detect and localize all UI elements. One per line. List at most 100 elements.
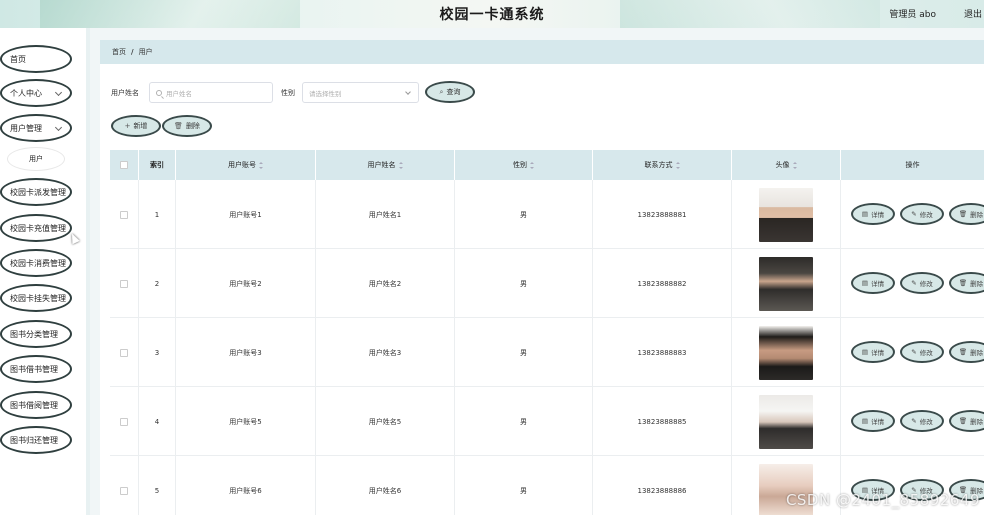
column-label: 操作 [905, 161, 920, 169]
edit-label: 修改 [919, 211, 933, 219]
cell-gender: 男 [455, 456, 593, 515]
sort-icon [530, 161, 534, 169]
add-button[interactable]: + 新增 [111, 115, 161, 137]
edit-button[interactable]: ✎ 修改 [900, 272, 944, 294]
edit-button[interactable]: ✎ 修改 [900, 410, 944, 432]
sidebar-item-personal-center[interactable]: 个人中心 [0, 79, 72, 107]
sidebar-item-user-management[interactable]: 用户管理 [0, 114, 72, 142]
delete-label: 删除 [970, 349, 984, 357]
cell-name: 用户姓名2 [316, 249, 455, 318]
cell-avatar [732, 318, 841, 387]
avatar [759, 325, 813, 380]
table-row: 1 用户账号1 用户姓名1 男 13823888881 ▤ 详情 ✎ 修改 🗑 删除 [110, 180, 984, 249]
row-checkbox-cell [110, 387, 139, 456]
cell-account: 用户账号1 [176, 180, 316, 249]
row-checkbox[interactable] [120, 417, 128, 426]
delete-label: 删除 [970, 211, 984, 219]
sidebar-item-label: 校园卡派发管理 [10, 187, 66, 197]
logout-link[interactable]: 退出 [964, 7, 982, 20]
current-user: 管理员 abo [889, 10, 936, 20]
cell-phone: 13823888883 [593, 318, 732, 387]
delete-button[interactable]: 🗑 删除 [949, 341, 984, 363]
sort-icon [398, 161, 403, 169]
cell-name: 用户姓名3 [316, 318, 455, 387]
sidebar-subitem-user[interactable]: 用户 [8, 148, 64, 170]
cell-phone: 13823888886 [593, 456, 732, 515]
column-label: 头像 [775, 161, 790, 169]
sidebar-item-book-return[interactable]: 图书归还管理 [0, 426, 72, 454]
sidebar-item-label: 校园卡挂失管理 [10, 293, 66, 303]
row-checkbox[interactable] [120, 486, 128, 495]
sidebar-item-home[interactable]: 首页 [0, 45, 72, 73]
cell-index: 5 [139, 456, 176, 515]
chevron-down-icon [54, 123, 63, 132]
sidebar-item-label: 校园卡消费管理 [10, 258, 66, 268]
column-header-account[interactable]: 用户账号 [176, 150, 316, 180]
column-header-gender[interactable]: 性别 [455, 150, 593, 180]
sort-icon [259, 161, 263, 169]
sidebar-item-book-borrow[interactable]: 图书借阅管理 [0, 391, 72, 419]
sidebar-item-book-category[interactable]: 图书分类管理 [0, 320, 72, 348]
row-checkbox[interactable] [120, 279, 128, 288]
cell-avatar [732, 180, 841, 249]
query-button[interactable]: ⌕ 查询 [425, 81, 475, 103]
trash-icon: 🗑 [958, 279, 968, 287]
row-checkbox-cell [110, 249, 139, 318]
delete-button[interactable]: 🗑 删除 [949, 203, 984, 225]
column-label: 用户姓名 [367, 161, 396, 169]
search-icon: ⌕ [439, 87, 444, 96]
cell-gender: 男 [455, 387, 593, 456]
select-all-checkbox[interactable] [120, 161, 128, 169]
cell-avatar [732, 387, 841, 456]
trash-icon: 🗑 [958, 348, 968, 356]
detail-button[interactable]: ▤ 详情 [851, 410, 895, 432]
pencil-icon: ✎ [911, 348, 917, 356]
avatar [759, 256, 813, 311]
row-checkbox[interactable] [120, 348, 128, 357]
search-icon [156, 89, 162, 96]
breadcrumb-home[interactable]: 首页 [112, 47, 126, 57]
add-button-label: 新增 [133, 122, 148, 130]
cell-actions: ▤ 详情 ✎ 修改 🗑 删除 [841, 318, 984, 387]
sidebar-item-label: 图书借阅管理 [10, 400, 58, 410]
column-header-avatar[interactable]: 头像 [732, 150, 841, 180]
table-row: 2 用户账号2 用户姓名2 男 13823888882 ▤ 详情 ✎ 修改 🗑 删除 [110, 249, 984, 318]
detail-button[interactable]: ▤ 详情 [851, 272, 895, 294]
detail-button[interactable]: ▤ 详情 [851, 203, 895, 225]
delete-button[interactable]: 🗑 删除 [949, 272, 984, 294]
edit-button[interactable]: ✎ 修改 [900, 203, 944, 225]
pencil-icon: ✎ [911, 279, 917, 287]
watermark: CSDN @2401_85892649 [785, 491, 980, 509]
delete-button[interactable]: 🗑 删除 [949, 410, 984, 432]
top-header: 校园一卡通系统 管理员 abo 退出 [0, 0, 984, 28]
cell-account: 用户账号5 [176, 387, 316, 456]
column-header-name[interactable]: 用户姓名 [316, 150, 455, 180]
detail-button[interactable]: ▤ 详情 [851, 341, 895, 363]
sidebar-item-card-issue[interactable]: 校园卡派发管理 [0, 178, 72, 206]
cell-phone: 13823888885 [593, 387, 732, 456]
gender-select[interactable]: 请选择性别 [302, 82, 419, 103]
cell-phone: 13823888881 [593, 180, 732, 249]
sidebar-item-label: 校园卡充值管理 [10, 223, 66, 233]
cell-index: 2 [139, 249, 176, 318]
sidebar-item-book-borrow-info[interactable]: 图书借书管理 [0, 355, 72, 383]
edit-label: 修改 [919, 349, 933, 357]
batch-delete-button[interactable]: 🗑 删除 [162, 115, 212, 137]
row-checkbox[interactable] [120, 210, 128, 219]
cell-gender: 男 [455, 249, 593, 318]
sidebar-item-card-recharge[interactable]: 校园卡充值管理 [0, 214, 72, 242]
edit-label: 修改 [919, 418, 933, 426]
edit-button[interactable]: ✎ 修改 [900, 341, 944, 363]
query-button-label: 查询 [446, 88, 461, 96]
sidebar-item-card-loss[interactable]: 校园卡挂失管理 [0, 284, 72, 312]
main-area: 首页 / 用户 用户姓名 用户姓名 性别 请选择性别 ⌕ 查询 + 新增 🗑 删… [90, 28, 984, 515]
name-search-label: 用户姓名 [111, 89, 139, 97]
delete-button-label: 删除 [185, 122, 200, 130]
sidebar-item-card-consume[interactable]: 校园卡消费管理 [0, 249, 72, 277]
column-header-phone[interactable]: 联系方式 [593, 150, 732, 180]
name-search-input[interactable]: 用户姓名 [149, 82, 273, 103]
chevron-down-icon [54, 88, 63, 97]
sidebar-item-label: 用户 [29, 155, 43, 163]
document-icon: ▤ [861, 210, 869, 218]
column-label: 索引 [150, 161, 164, 169]
